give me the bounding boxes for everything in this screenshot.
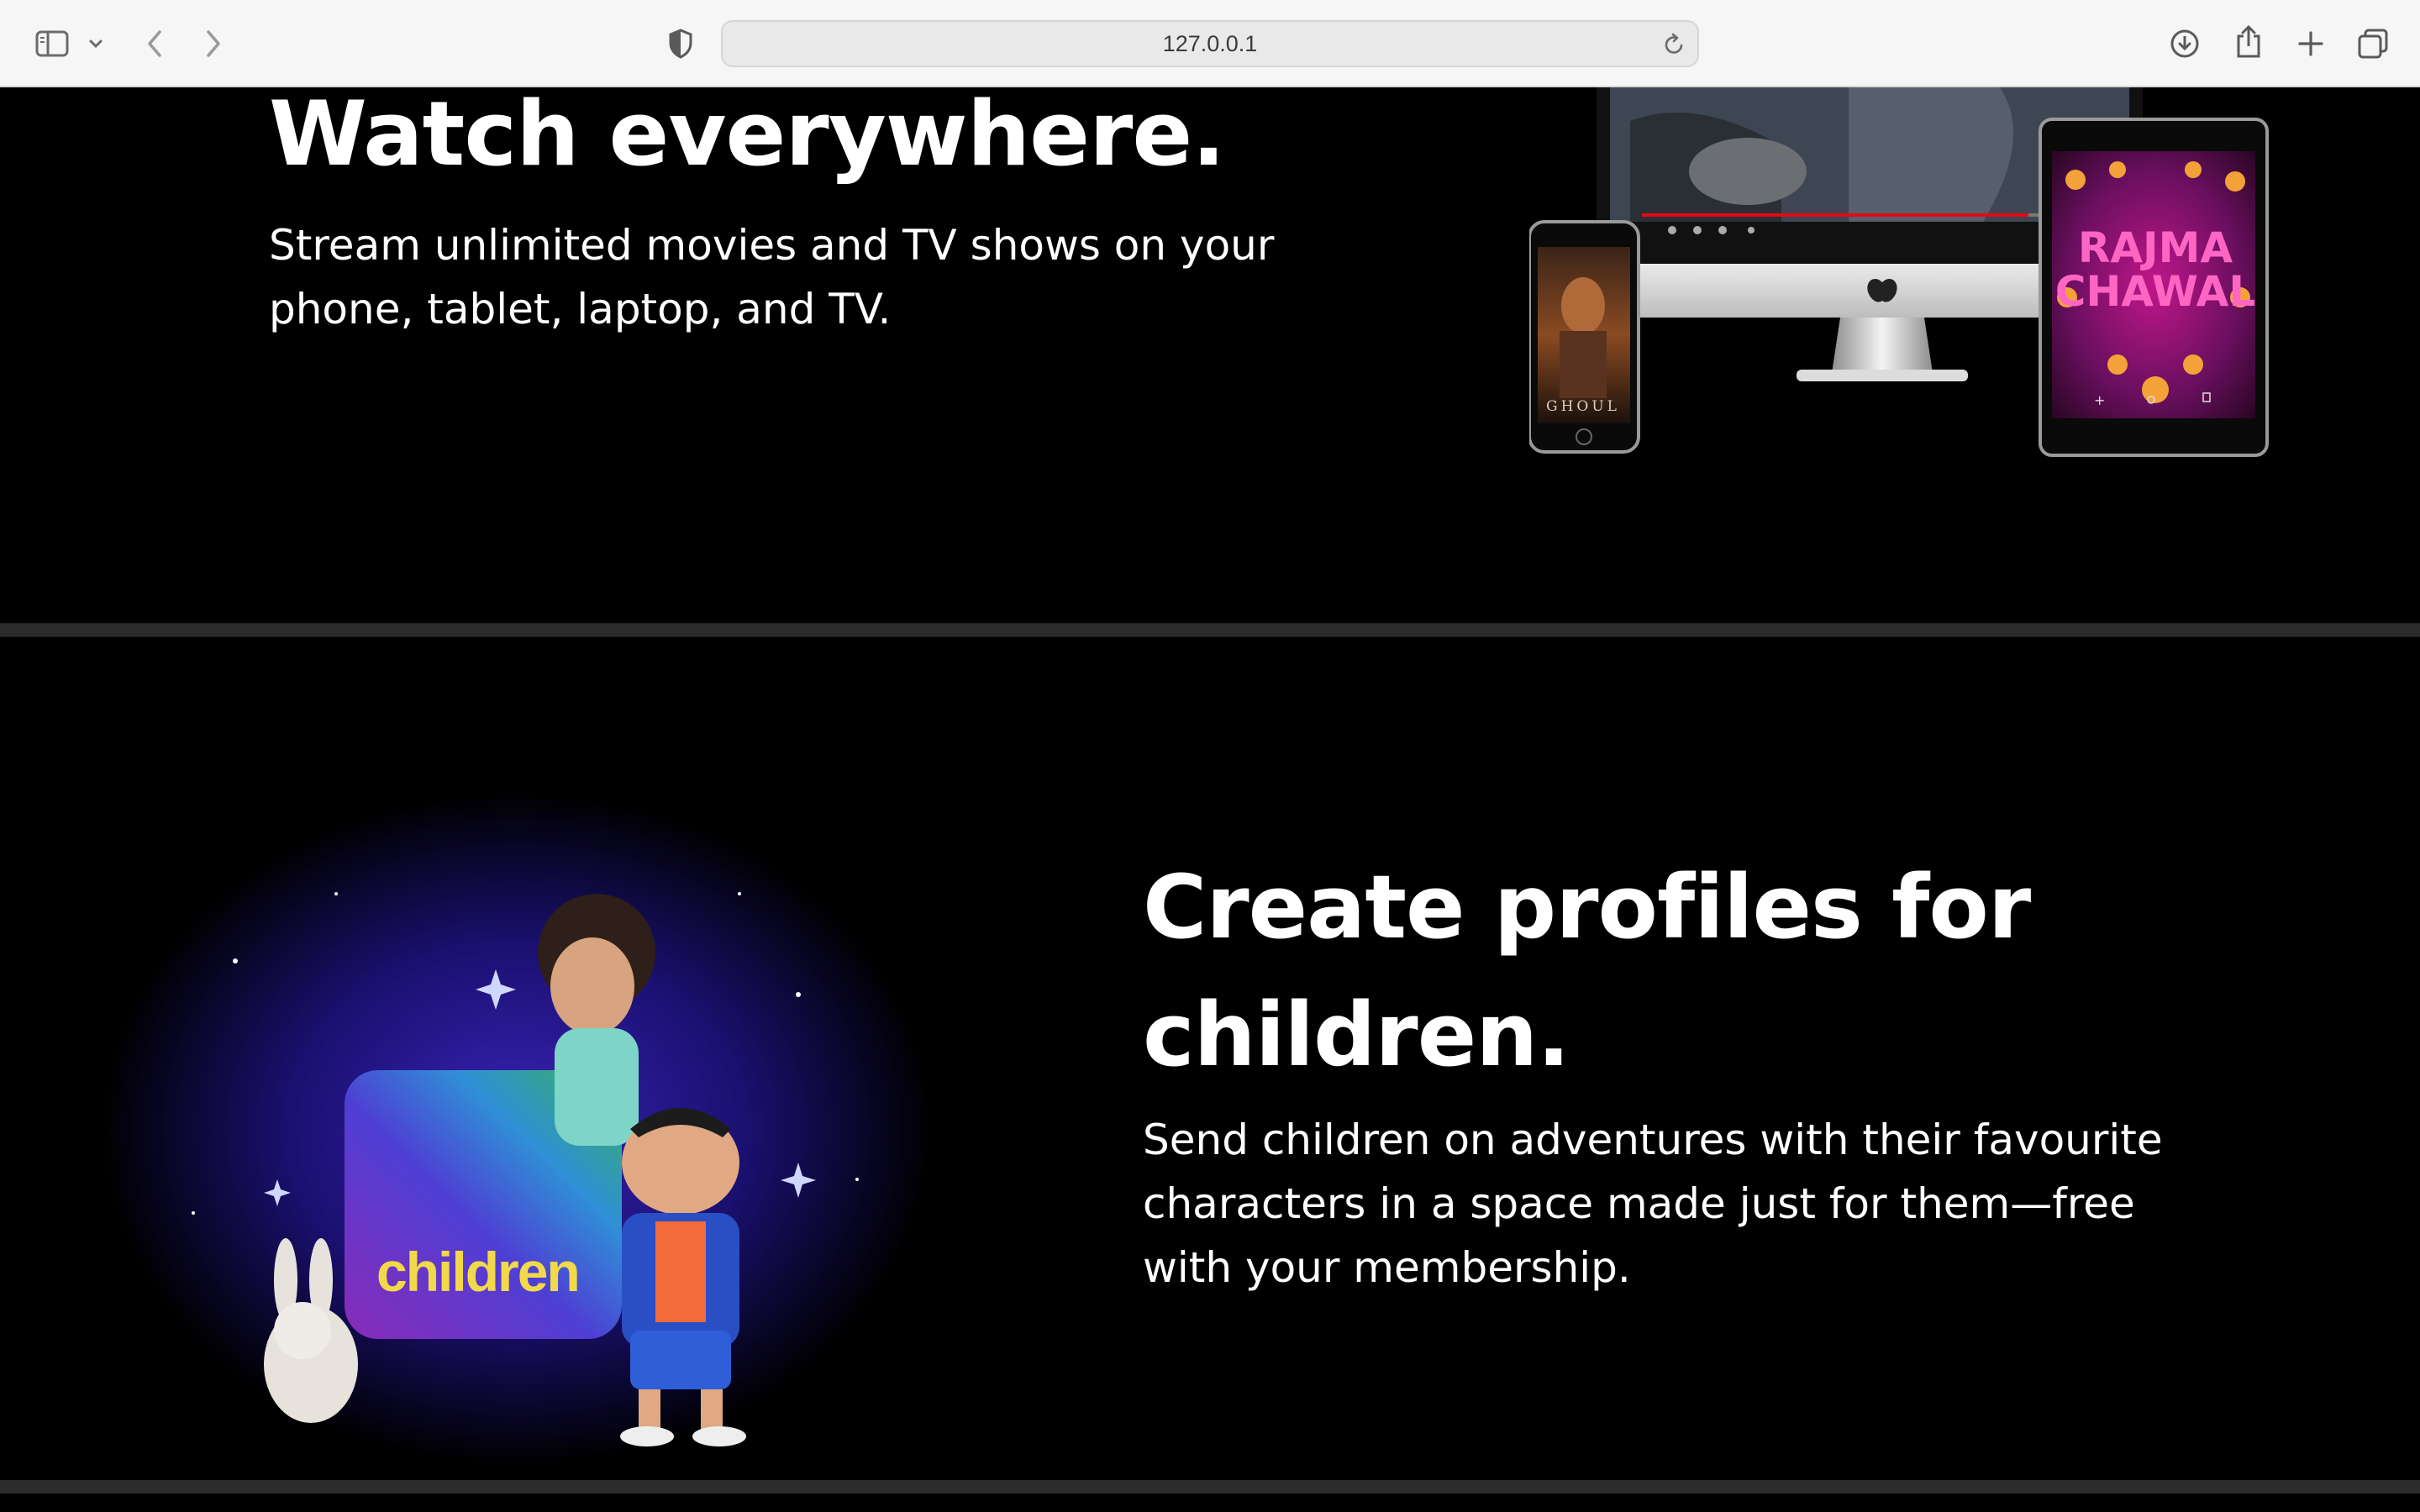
share-icon[interactable]	[2230, 22, 2267, 62]
reload-icon[interactable]	[1662, 32, 1686, 60]
forward-arrow-icon[interactable]	[197, 25, 230, 62]
watch-section-title: Watch everywhere.	[269, 82, 1226, 186]
url-text: 127.0.0.1	[1162, 30, 1258, 56]
kids-section-title: Create profiles for children.	[1143, 856, 2031, 1086]
page-content: Watch everywhere. Stream unlimited movie…	[0, 87, 2420, 1512]
browser-toolbar: 127.0.0.1	[0, 0, 2420, 87]
tablet-poster-title-line1: RAJMA	[2078, 223, 2233, 272]
sidebar-icon[interactable]	[32, 25, 72, 62]
svg-text:+: +	[2094, 392, 2105, 408]
phone-poster-title: GHOUL	[1546, 398, 1620, 415]
kids-badge-label: children	[376, 1241, 581, 1303]
address-bar[interactable]: 127.0.0.1	[721, 20, 1699, 67]
plus-icon[interactable]	[2292, 25, 2329, 62]
download-icon[interactable]	[2166, 25, 2203, 62]
tab-overview-icon[interactable]	[2354, 25, 2391, 62]
chevron-down-icon[interactable]	[84, 32, 108, 55]
privacy-shield-icon[interactable]	[664, 25, 697, 62]
kids-section-text: Send children on adventures with their f…	[1143, 1116, 2163, 1292]
tablet-poster-title-line2: CHAWAL	[2055, 267, 2255, 316]
back-arrow-icon[interactable]	[138, 25, 171, 62]
devices-illustration: GHOUL RAJMA CHAWAL +	[1529, 87, 2269, 457]
section-divider	[0, 1480, 2420, 1494]
watch-section-text: Stream unlimited movies and TV shows on …	[269, 221, 1275, 333]
section-divider	[0, 623, 2420, 637]
kids-profile-illustration	[101, 793, 933, 1465]
